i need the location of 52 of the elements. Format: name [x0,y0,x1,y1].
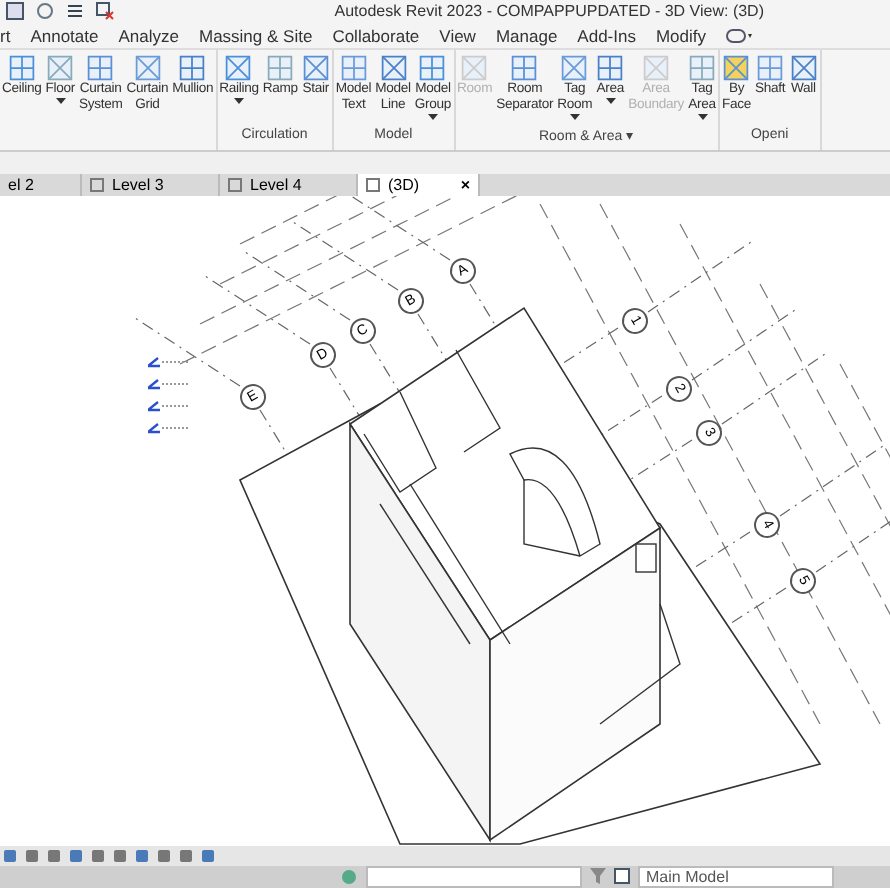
filter-icon[interactable] [590,868,606,885]
editable-icon[interactable] [614,868,630,885]
ribbon-tab[interactable]: Annotate [30,23,99,48]
view-icon [228,178,242,193]
list-icon[interactable] [66,2,84,21]
tool-icon [301,53,330,82]
tool-icon [596,53,625,82]
tab-label: Level 4 [250,176,302,195]
tool-icon [379,53,408,82]
workset-field[interactable] [366,865,582,888]
tool-icon [86,53,115,82]
tool-icon [339,53,368,82]
tool-icon [722,53,751,82]
level-marker-icon [148,400,192,413]
tool-icon [46,53,75,82]
tool-icon [178,53,207,82]
level-marker-icon [148,356,192,369]
tool-icon [418,53,447,82]
ribbon-tab[interactable]: Massing & Site [198,23,313,48]
tab-label: (3D) [388,176,420,195]
ribbon-tab[interactable]: Modify [655,23,707,48]
window-title: Autodesk Revit 2023 - COMPAPPUPDATED - 3D View: (3D) [334,2,764,21]
tool-icon [688,53,717,82]
tool-icon [789,53,818,82]
level-marker-icon [148,422,192,435]
close-views-icon[interactable] [96,2,114,21]
tool-icon [460,53,489,82]
ribbon-tab[interactable]: rt [0,23,11,48]
ribbon-tab[interactable]: Add-Ins [577,23,636,48]
view-icon [90,178,104,193]
tool-icon [7,53,36,82]
tool-icon [133,53,162,82]
tool-icon [756,53,785,82]
close-button[interactable]: × [460,176,470,195]
tool-icon [266,53,295,82]
level-marker-icon [148,378,192,391]
tool-icon [510,53,539,82]
ribbon-tab[interactable]: Analyze [118,23,179,48]
save-icon[interactable] [6,2,24,21]
ribbon-tab[interactable]: Collaborate [332,23,420,48]
tool-icon [560,53,589,82]
tab-label: Level 3 [112,176,164,195]
tab-label: el 2 [8,176,34,195]
tool-icon [224,53,253,82]
toggle-icon[interactable] [726,27,755,44]
tool-icon [642,53,671,82]
workset-icon[interactable] [340,867,358,886]
document-tab[interactable]: (3D) × [358,174,480,197]
ribbon-tab[interactable]: Manage [495,23,558,48]
design-option-field[interactable]: Main Model [638,865,834,888]
ribbon-tab[interactable]: View [439,23,476,48]
view-icon [366,178,380,193]
